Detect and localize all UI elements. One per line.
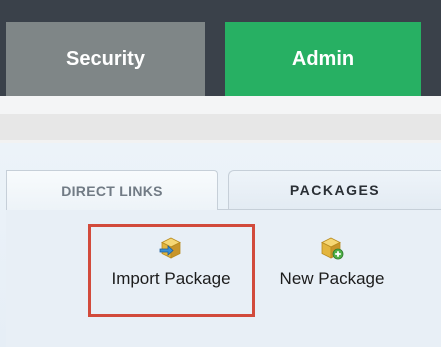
new-package-label: New Package	[279, 269, 385, 288]
tab-packages[interactable]: PACKAGES	[228, 170, 441, 210]
nav-tab-security-label: Security	[66, 47, 145, 70]
header-divider	[0, 96, 441, 114]
import-package-icon	[159, 237, 181, 259]
nav-tab-security[interactable]: Security	[6, 22, 205, 96]
tab-packages-label: PACKAGES	[289, 182, 381, 198]
toolbar-strip	[0, 114, 441, 140]
tab-direct-links[interactable]: DIRECT LINKS	[6, 170, 218, 210]
new-package-icon	[321, 237, 344, 260]
import-package-button[interactable]: Import Package	[93, 236, 249, 289]
top-navigation-bar: Security Admin	[0, 0, 441, 96]
nav-tab-admin-label: Admin	[291, 47, 355, 70]
tab-direct-links-label: DIRECT LINKS	[61, 182, 163, 199]
import-package-label: Import Package	[111, 269, 231, 288]
new-package-button[interactable]: New Package	[262, 236, 402, 289]
nav-tab-admin[interactable]: Admin	[225, 22, 421, 96]
